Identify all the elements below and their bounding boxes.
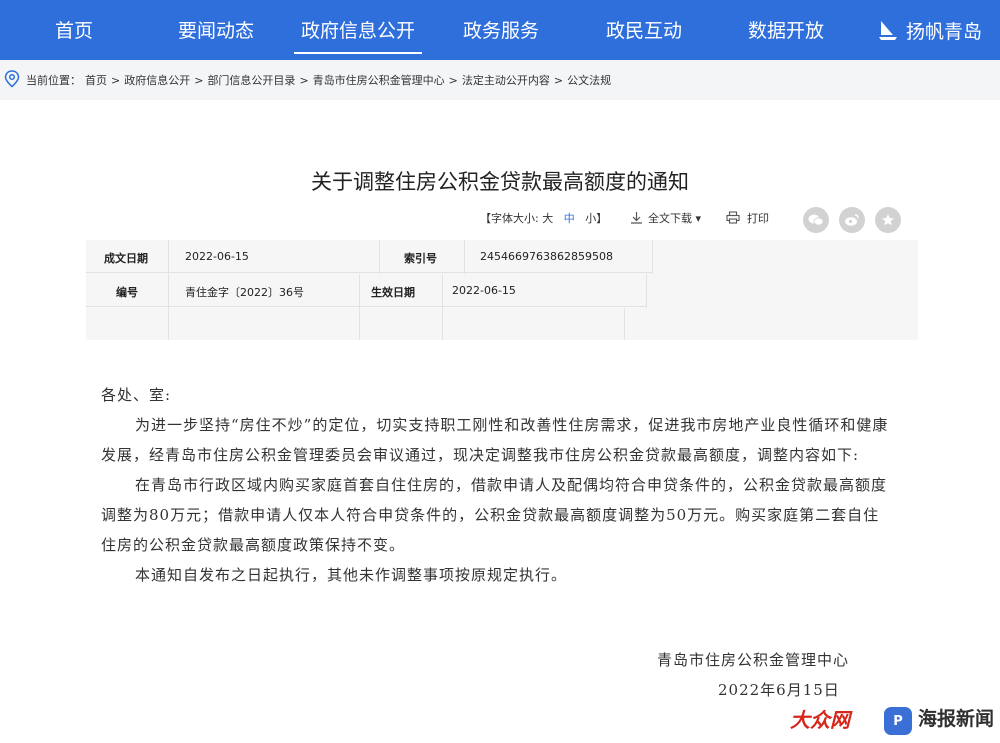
breadcrumb-bar: 当前位置： 首页 > 政府信息公开 > 部门信息公开目录 > 青岛市住房公积金管理中心 > 法定主… — [0, 60, 1000, 100]
nav-open-data[interactable]: 数据开放 — [740, 0, 832, 60]
table-divider — [464, 240, 465, 274]
doc-number-value: 青住金字〔2022〕36号 — [185, 286, 304, 299]
table-divider — [379, 240, 380, 274]
signature-date: 2022年6月15日 — [718, 681, 840, 699]
breadcrumb-separator: > — [194, 74, 204, 87]
font-size-label: 【字体大小: — [480, 212, 539, 225]
breadcrumb: 当前位置： 首页 > 政府信息公开 > 部门信息公开目录 > 青岛市住房公积金管理中心 > 法定主… — [26, 72, 615, 88]
print-label: 打印 — [747, 212, 769, 225]
table-divider — [624, 308, 625, 340]
created-date-value: 2022-06-15 — [185, 250, 249, 263]
breadcrumb-item-dept-catalog[interactable]: 部门信息公开目录 — [207, 74, 295, 87]
location-icon — [4, 70, 20, 88]
breadcrumb-separator: > — [111, 74, 121, 87]
breadcrumb-item-gov-info[interactable]: 政府信息公开 — [124, 74, 190, 87]
sail-icon — [879, 21, 897, 40]
font-size-control: 【字体大小: 大 中 小】 — [480, 210, 607, 226]
page-title: 关于调整住房公积金贷款最高额度的通知 — [311, 170, 689, 194]
nav-gov-info-label: 政府信息公开 — [300, 20, 415, 42]
breadcrumb-separator: > — [448, 74, 458, 87]
effective-date-value: 2022-06-15 — [452, 284, 516, 297]
haibao-watermark-logo: 海报新闻 — [918, 708, 995, 730]
table-divider — [646, 274, 647, 308]
brand-label: 扬帆青岛 — [906, 20, 983, 43]
breadcrumb-item-statutory[interactable]: 法定主动公开内容 — [462, 74, 550, 87]
font-medium-button[interactable]: 中 — [564, 212, 575, 225]
breadcrumb-item-documents[interactable]: 公文法规 — [567, 74, 611, 87]
table-divider — [442, 274, 443, 340]
breadcrumb-separator: > — [299, 74, 309, 87]
table-divider — [168, 240, 169, 340]
table-divider — [86, 272, 653, 273]
nav-news[interactable]: 要闻动态 — [170, 0, 262, 60]
index-label: 索引号 — [404, 252, 437, 265]
signature-org: 青岛市住房公积金管理中心 — [657, 651, 850, 669]
download-label: 全文下载 — [648, 212, 692, 225]
download-button[interactable]: 全文下载 ▾ — [630, 210, 701, 226]
nav-gov-info[interactable]: 政府信息公开 — [294, 0, 422, 60]
font-small-button[interactable]: 小】 — [585, 212, 607, 225]
breadcrumb-item-fund-center[interactable]: 青岛市住房公积金管理中心 — [313, 74, 445, 87]
wechat-share-button[interactable] — [803, 207, 829, 233]
download-icon — [631, 212, 642, 224]
wechat-icon — [808, 214, 824, 226]
breadcrumb-separator: > — [553, 74, 564, 87]
effective-date-label: 生效日期 — [371, 286, 415, 299]
table-divider — [359, 274, 360, 340]
body-paragraph: 在青岛市行政区域内购买家庭首套自住住房的，借款申请人及配偶均符合申贷条件的，公积… — [101, 476, 888, 554]
nav-home[interactable]: 首页 — [42, 0, 106, 60]
document-metadata-table: 成文日期 2022-06-15 索引号 2454669763862859508 … — [86, 240, 918, 340]
brand-link[interactable]: 扬帆青岛 — [876, 0, 982, 60]
nav-interaction[interactable]: 政民互动 — [598, 0, 690, 60]
top-nav: 首页 要闻动态 政府信息公开 政务服务 政民互动 数据开放 扬帆青岛 — [0, 0, 1000, 60]
body-paragraph: 为进一步坚持“房住不炒”的定位，切实支持职工刚性和改善性住房需求，促进我市房地产… — [101, 416, 889, 464]
weibo-share-button[interactable] — [839, 207, 865, 233]
nav-services[interactable]: 政务服务 — [455, 0, 547, 60]
printer-icon — [726, 211, 740, 224]
breadcrumb-prefix: 当前位置： — [26, 74, 81, 87]
favorite-button[interactable] — [875, 207, 901, 233]
star-icon — [882, 214, 894, 226]
greeting: 各处、室: — [101, 386, 172, 404]
created-date-label: 成文日期 — [104, 252, 148, 265]
table-divider — [652, 240, 653, 274]
doc-number-label: 编号 — [116, 286, 138, 299]
body-paragraph: 本通知自发布之日起执行，其他未作调整事项按原规定执行。 — [135, 566, 568, 584]
font-large-button[interactable]: 大 — [542, 212, 553, 225]
dzwww-watermark-logo: 大众网 — [790, 708, 850, 732]
breadcrumb-item-home[interactable]: 首页 — [85, 74, 107, 87]
nav-active-underline — [294, 52, 422, 54]
index-value: 2454669763862859508 — [480, 250, 613, 263]
weibo-icon — [845, 214, 859, 226]
haibao-app-icon: P — [884, 707, 912, 735]
article-body: 各处、室: 为进一步坚持“房住不炒”的定位，切实支持职工刚性和改善性住房需求，促… — [101, 380, 891, 590]
caret-down-icon: ▾ — [692, 212, 702, 225]
print-button[interactable]: 打印 — [726, 210, 769, 226]
table-divider — [86, 306, 646, 307]
